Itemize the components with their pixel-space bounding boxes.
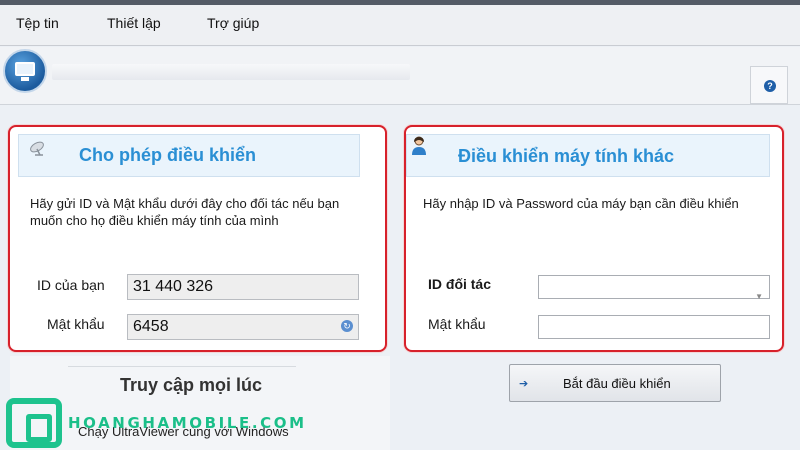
watermark: HOANGHAMOBILE.COM xyxy=(6,398,304,450)
user-icon xyxy=(412,136,426,155)
menu-help[interactable]: Trợ giúp xyxy=(207,15,259,31)
partner-id-input[interactable]: ▼ xyxy=(538,275,770,301)
always-access-title: Truy cập mọi lúc xyxy=(120,375,263,395)
start-control-button[interactable]: ➔ Bắt đầu điều khiển xyxy=(509,364,721,402)
password-field[interactable]: 6458 ↻ xyxy=(127,314,359,340)
control-panel-description: Hãy nhập ID và Password của máy bạn cần … xyxy=(423,196,739,211)
start-control-label: Bắt đầu điều khiển xyxy=(563,376,671,391)
password-value: 6458 xyxy=(133,318,169,335)
control-panel-title: Điều khiển máy tính khác xyxy=(458,146,675,166)
chevron-down-icon[interactable]: ▼ xyxy=(755,285,763,309)
watermark-text: HOANGHAMOBILE.COM xyxy=(68,414,307,432)
partner-password-input[interactable] xyxy=(538,315,770,339)
watermark-logo-icon xyxy=(6,398,62,448)
arrow-right-icon: ➔ xyxy=(519,378,529,390)
your-id-field[interactable]: 31 440 326 xyxy=(127,274,359,300)
help-icon: ? xyxy=(764,80,776,92)
divider xyxy=(68,366,296,367)
allow-panel-title: Cho phép điều khiển xyxy=(79,145,257,165)
menu-file[interactable]: Tệp tin xyxy=(16,15,59,31)
refresh-icon[interactable]: ↻ xyxy=(341,320,353,332)
partner-id-label: ID đối tác xyxy=(428,276,492,292)
partner-password-label: Mật khẩu xyxy=(428,316,486,332)
password-label: Mật khẩu xyxy=(47,316,105,332)
satellite-dish-icon xyxy=(30,141,44,156)
monitor-icon xyxy=(3,49,47,93)
top-strip xyxy=(0,0,800,5)
allow-panel-description: Hãy gửi ID và Mật khẩu dưới đây cho đối … xyxy=(30,196,340,228)
your-id-label: ID của bạn xyxy=(37,277,105,293)
help-button[interactable]: ? xyxy=(750,66,788,104)
title-bar xyxy=(52,64,410,80)
menu-settings[interactable]: Thiết lập xyxy=(107,15,161,31)
